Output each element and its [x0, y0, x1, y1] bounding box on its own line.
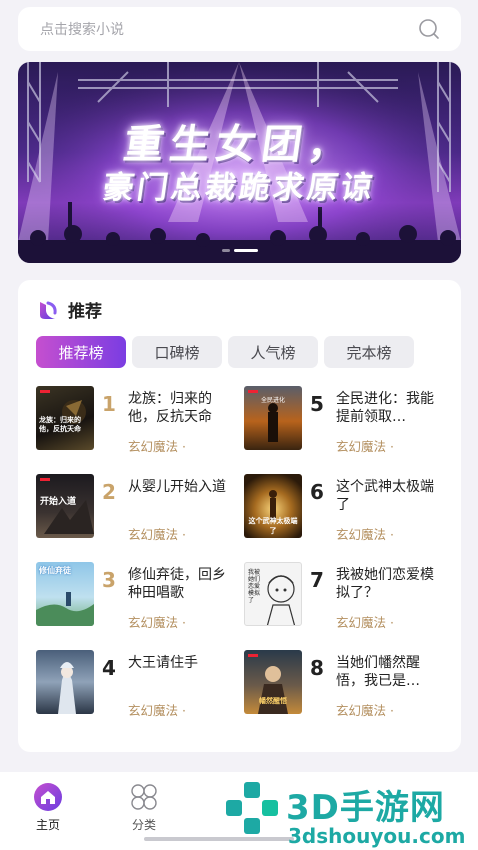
- book-cover[interactable]: 龙族：归来的他，反抗天命: [36, 386, 94, 450]
- search-placeholder: 点击搜索小说: [40, 22, 124, 38]
- book-rank: 7: [310, 568, 324, 592]
- search-bar[interactable]: 点击搜索小说: [18, 7, 461, 51]
- category-icon: [131, 784, 157, 810]
- book-cover[interactable]: 修仙弃徒: [36, 562, 94, 626]
- book-genre: 玄幻魔法 ·: [336, 703, 394, 718]
- book-item[interactable]: 4 大王请住手 玄幻魔法 ·: [36, 650, 236, 720]
- nav-category-label: 分类: [131, 818, 156, 832]
- banner-dot-active[interactable]: [233, 249, 258, 252]
- recommend-title: 推荐: [68, 302, 102, 322]
- watermark-brand: 3D手游网: [286, 788, 445, 828]
- book-title: 我被她们恋爱模拟了？: [336, 567, 434, 601]
- recommend-header: 推荐: [36, 297, 102, 322]
- watermark: 3D手游网 3dshouyou.com: [222, 778, 478, 850]
- book-genre: 玄幻魔法 ·: [128, 439, 186, 454]
- book-item[interactable]: 这个武神太极端了 6 这个武神太极端了 玄幻魔法 ·: [244, 474, 444, 544]
- tab-reputation[interactable]: 口碑榜: [132, 336, 222, 368]
- book-cover-title: 这个武神太极端了: [248, 517, 298, 535]
- nav-category[interactable]: 分类: [124, 782, 164, 833]
- book-cover[interactable]: 我被她们恋爱模拟了: [244, 562, 302, 626]
- ranking-tabs: 推荐榜 口碑榜 人气榜 完本榜: [36, 336, 414, 368]
- book-title: 从婴儿开始入道: [128, 479, 226, 495]
- home-icon: [34, 783, 62, 811]
- book-cover-title: 幡然醒悟: [259, 697, 287, 705]
- book-rank: 6: [310, 480, 324, 504]
- book-rank: 8: [310, 656, 324, 680]
- book-item[interactable]: 龙族：归来的他，反抗天命 1 龙族：归来的他，反抗天命 玄幻魔法 ·: [36, 386, 236, 456]
- book-rank: 3: [102, 568, 116, 592]
- tab-recommend[interactable]: 推荐榜: [36, 336, 126, 368]
- book-rank: 5: [310, 392, 324, 416]
- book-genre: 玄幻魔法 ·: [336, 615, 394, 630]
- book-genre: 玄幻魔法 ·: [128, 615, 186, 630]
- book-item[interactable]: 幡然醒悟 8 当她们幡然醒悟，我已是… 玄幻魔法 ·: [244, 650, 444, 720]
- book-cover[interactable]: 全民进化: [244, 386, 302, 450]
- book-title: 当她们幡然醒悟，我已是…: [336, 655, 420, 689]
- book-item[interactable]: 开始入道 2 从婴儿开始入道 玄幻魔法 ·: [36, 474, 236, 544]
- book-title: 修仙弃徒，回乡种田唱歌: [128, 567, 226, 601]
- banner-dot[interactable]: [221, 249, 230, 252]
- book-genre: 玄幻魔法 ·: [336, 527, 394, 542]
- book-genre: 玄幻魔法 ·: [128, 703, 186, 718]
- nav-home[interactable]: 主页: [28, 782, 68, 833]
- book-genre: 玄幻魔法 ·: [128, 527, 186, 542]
- book-cover[interactable]: 开始入道: [36, 474, 94, 538]
- book-cover-title: 修仙弃徒: [39, 566, 71, 575]
- recommend-logo-icon: [40, 301, 57, 319]
- promo-banner[interactable]: 重生女团， 豪门总裁跪求原谅: [18, 62, 461, 263]
- book-title: 龙族：归来的他，反抗天命: [128, 391, 212, 425]
- book-cover[interactable]: 这个武神太极端了: [244, 474, 302, 538]
- banner-title-line2: 豪门总裁跪求原谅: [100, 170, 378, 206]
- book-rank: 4: [102, 656, 116, 680]
- nav-home-label: 主页: [35, 818, 60, 832]
- book-item[interactable]: 修仙弃徒 3 修仙弃徒，回乡种田唱歌 玄幻魔法 ·: [36, 562, 236, 632]
- watermark-logo-icon: [226, 782, 278, 834]
- tab-completed[interactable]: 完本榜: [324, 336, 414, 368]
- tab-popularity[interactable]: 人气榜: [228, 336, 318, 368]
- book-cover[interactable]: [36, 650, 94, 714]
- recommend-section: 推荐 推荐榜 口碑榜 人气榜 完本榜 龙族：归来的他，反抗天命 1 龙族：归来的…: [18, 280, 461, 752]
- book-cover-title: 龙族：归来的他，反抗天命: [39, 416, 81, 433]
- book-title: 这个武神太极端了: [336, 479, 434, 513]
- book-cover-title: 我被她们恋爱模拟了: [248, 569, 261, 604]
- book-cover-title: 开始入道: [40, 497, 77, 507]
- book-item[interactable]: 全民进化 5 全民进化：我能提前领取… 玄幻魔法 ·: [244, 386, 444, 456]
- book-rank: 2: [102, 480, 116, 504]
- book-cover[interactable]: 幡然醒悟: [244, 650, 302, 714]
- watermark-url: 3dshouyou.com: [288, 824, 466, 848]
- book-cover-title: 全民进化: [260, 397, 285, 404]
- book-rank: 1: [102, 392, 116, 416]
- banner-pagination: [18, 249, 461, 252]
- book-genre: 玄幻魔法 ·: [336, 439, 394, 454]
- book-title: 大王请住手: [128, 655, 198, 671]
- book-item[interactable]: 我被她们恋爱模拟了 7 我被她们恋爱模拟了？ 玄幻魔法 ·: [244, 562, 444, 632]
- book-title: 全民进化：我能提前领取…: [336, 391, 434, 425]
- search-icon[interactable]: [417, 17, 441, 41]
